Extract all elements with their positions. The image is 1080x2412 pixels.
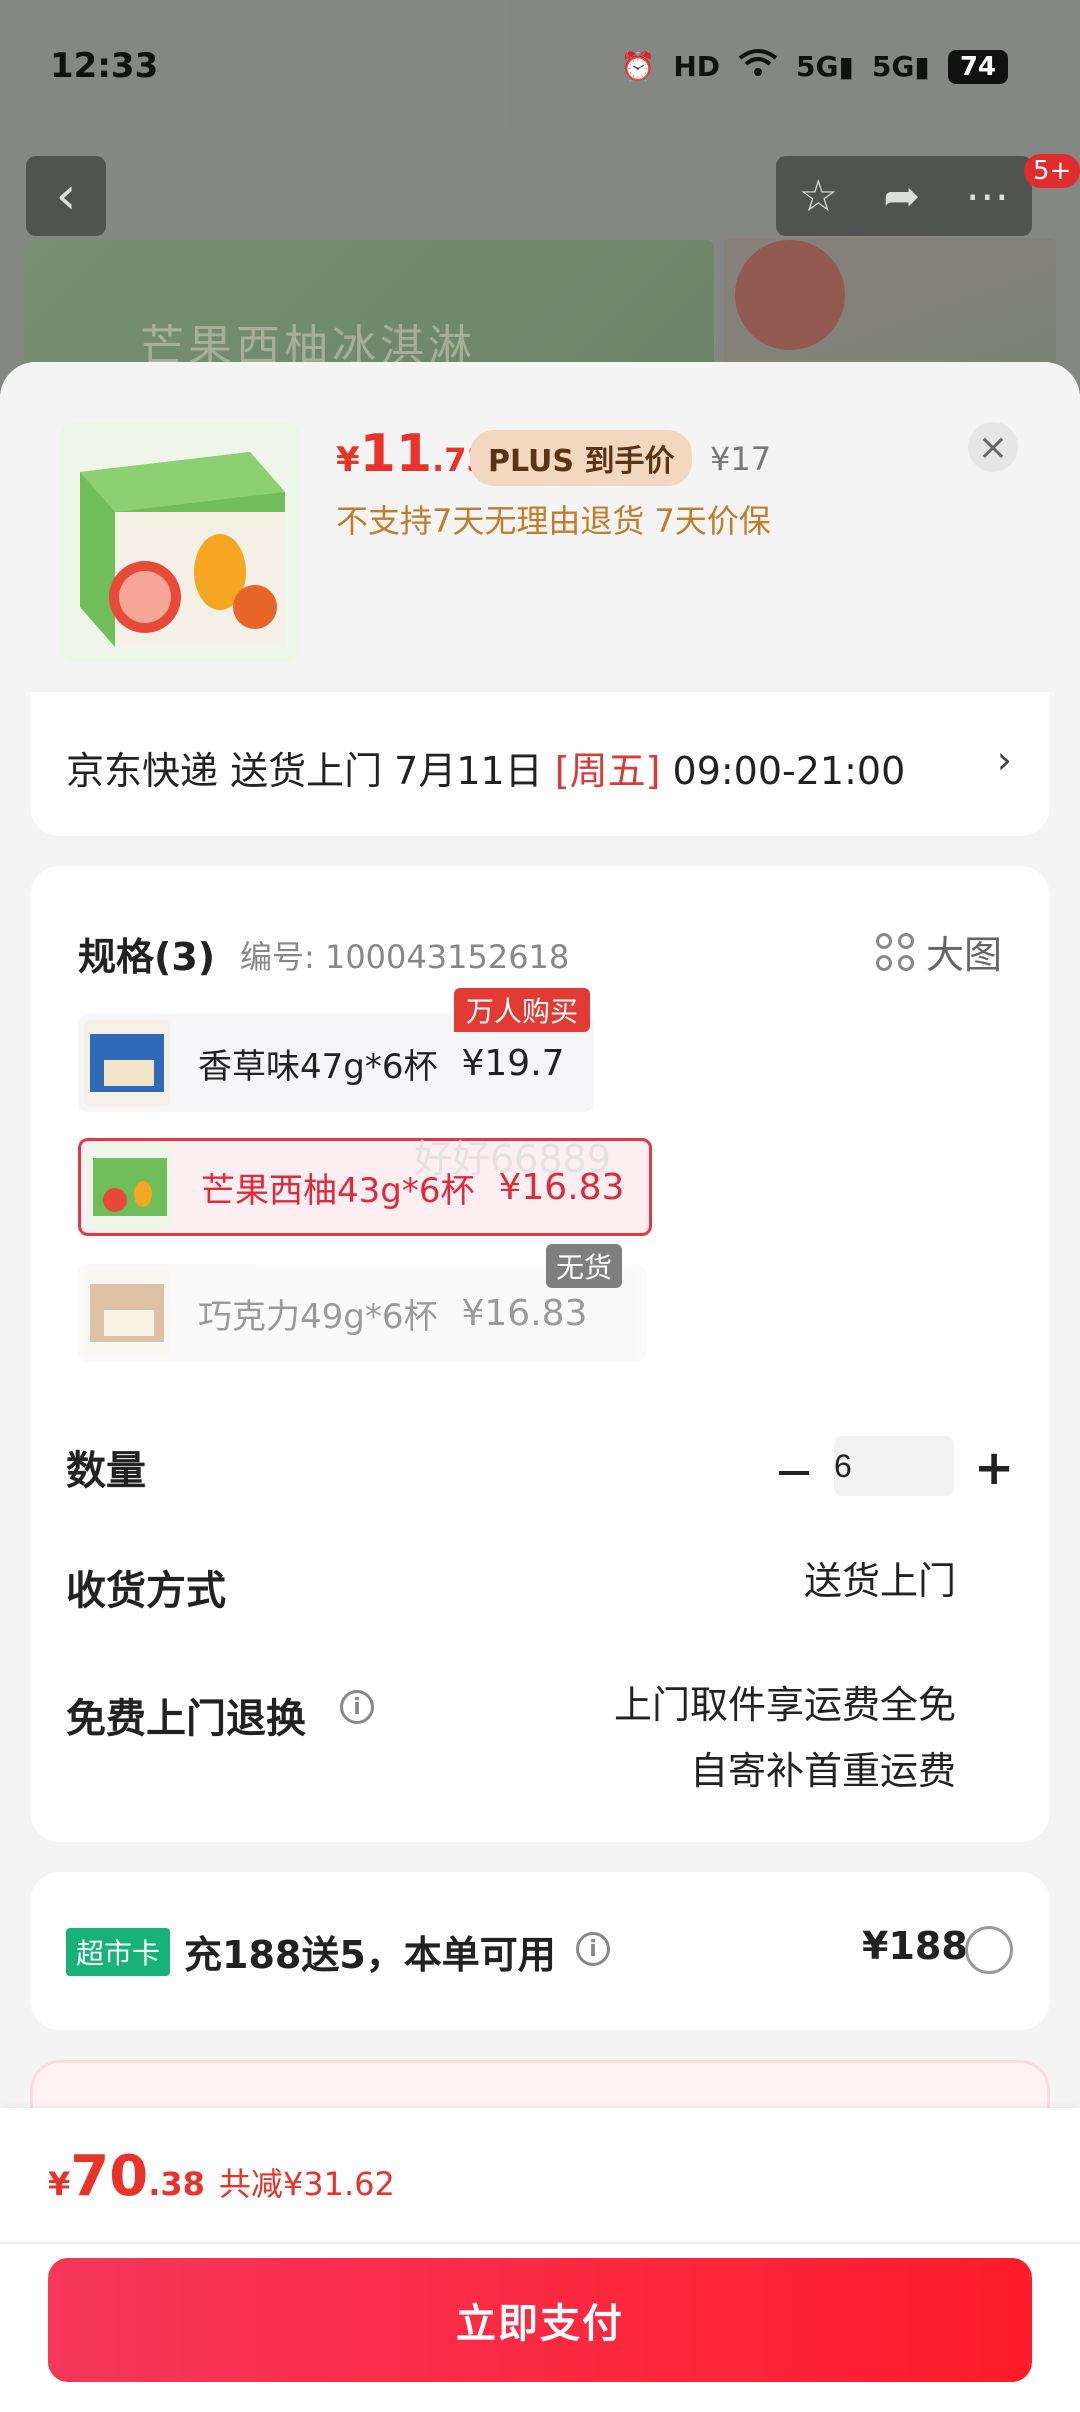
message-badge: 5+ — [1024, 154, 1080, 188]
watermark: 好好66889 — [414, 1137, 611, 1181]
free-return-label: 免费上门退换 — [66, 1696, 306, 1742]
plus-price-tag: PLUS 到手价 — [470, 430, 693, 486]
share-icon[interactable]: ➦ — [883, 171, 920, 222]
minus-button[interactable]: − — [774, 1444, 814, 1500]
supermarket-card-chip: 超市卡 — [66, 1928, 171, 1976]
promo-price: ¥188 — [862, 1924, 968, 1968]
info-icon[interactable]: i — [340, 1690, 374, 1724]
spec-title: 规格(3) — [78, 935, 216, 979]
grid-icon — [875, 932, 914, 971]
top-action-bar: ☆ ➦ ⋯ — [776, 156, 1032, 236]
popular-tag: 万人购买 — [454, 988, 591, 1032]
info-icon[interactable]: i — [576, 1932, 610, 1966]
battery-icon: 74 — [947, 49, 1008, 84]
status-bar: 12:33 ⏰ HD 5G▮ 5G▮ 74 — [0, 0, 1080, 140]
free-return-value: 上门取件享运费全免 自寄补首重运费 — [613, 1683, 956, 1793]
option-thumbnail — [84, 1270, 170, 1356]
delivery-method-value[interactable]: 送货上门 — [804, 1548, 956, 1614]
alarm-icon: ⏰ — [620, 50, 656, 83]
return-policy-text: 不支持7天无理由退货 7天价保 — [336, 502, 771, 540]
discount-total: 共减¥31.62 — [218, 2165, 395, 2203]
product-thumbnail[interactable] — [60, 422, 300, 662]
sale-price: ¥ 11 .73 — [336, 424, 489, 484]
hd-icon: HD — [673, 50, 721, 83]
sheet-header: ¥ 11 .73 PLUS 到手价 ¥17 × 不支持7天无理由退货 7天价保 — [0, 362, 1080, 692]
promo-text: 充188送5，本单可用 — [184, 1933, 556, 1977]
star-icon[interactable]: ☆ — [799, 171, 838, 222]
quantity-input[interactable] — [834, 1436, 954, 1496]
quantity-label: 数量 — [66, 1448, 146, 1494]
close-button[interactable]: × — [968, 422, 1018, 472]
back-button[interactable]: ‹ — [26, 156, 106, 236]
weekday-label: [周五] — [554, 749, 661, 793]
option-thumbnail — [87, 1144, 173, 1230]
close-icon: × — [977, 426, 1009, 468]
out-of-stock-tag: 无货 — [546, 1244, 623, 1288]
plus-button[interactable]: + — [974, 1440, 1014, 1496]
sku-code: 编号: 100043152618 — [240, 938, 570, 976]
chevron-right-icon: › — [996, 738, 1012, 782]
delivery-method-label: 收货方式 — [66, 1568, 226, 1614]
signal-icon-1: 5G▮ — [796, 50, 854, 83]
spec-card: 规格(3) 编号: 100043152618 大图 香草味47g*6杯 ¥19.… — [30, 866, 1050, 1842]
original-price: ¥17 — [710, 440, 772, 478]
pay-now-button[interactable]: 立即支付 — [48, 2258, 1032, 2382]
wifi-icon — [738, 48, 778, 85]
total-price: ¥ 70 .38 共减¥31.62 — [48, 2144, 395, 2209]
status-icons: ⏰ HD 5G▮ 5G▮ 74 — [620, 48, 1008, 85]
checkout-bar: ¥ 70 .38 共减¥31.62 立即支付 — [0, 2108, 1080, 2412]
shipping-text: 京东快递 送货上门 7月11日 [周五] 09:00-21:00 — [66, 749, 906, 793]
shipping-card[interactable]: 京东快递 送货上门 7月11日 [周五] 09:00-21:00 › — [30, 692, 1050, 836]
supermarket-card-promo[interactable]: 超市卡 充188送5，本单可用 i ¥188 — [30, 1872, 1050, 2030]
chevron-left-icon: ‹ — [55, 166, 77, 226]
status-time: 12:33 — [50, 46, 159, 86]
promo-radio[interactable] — [965, 1926, 1013, 1974]
option-thumbnail — [84, 1020, 170, 1106]
signal-icon-2: 5G▮ — [871, 50, 930, 83]
purchase-sheet: ¥ 11 .73 PLUS 到手价 ¥17 × 不支持7天无理由退货 7天价保 … — [0, 362, 1080, 2412]
more-icon[interactable]: ⋯ — [965, 171, 1009, 222]
big-image-button[interactable]: 大图 — [875, 924, 1002, 979]
